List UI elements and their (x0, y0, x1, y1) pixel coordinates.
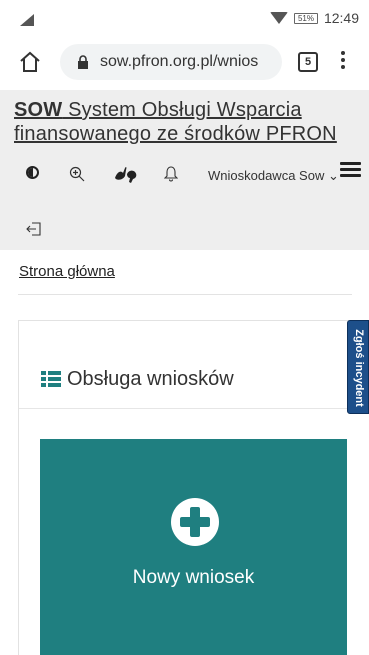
browser-menu-button[interactable] (340, 51, 346, 73)
list-icon (41, 371, 61, 387)
site-header: SOW System Obsługi Wsparcia finansowaneg… (0, 90, 369, 250)
hamburger-menu-icon[interactable] (340, 162, 361, 178)
report-incident-label: Zgłoś incydent (353, 329, 365, 407)
chevron-down-icon: ⌄ (327, 168, 339, 183)
panel-header: Obsługa wniosków (19, 321, 366, 409)
site-title-rest: System Obsługi Wsparcia finansowanego ze… (14, 99, 337, 145)
battery-icon: 51% (293, 12, 318, 24)
user-menu-dropdown[interactable]: Wnioskodawca Sow ⌄ (208, 168, 339, 184)
status-bar: 51% 12:49 (0, 0, 369, 36)
lock-icon (78, 55, 88, 69)
report-incident-tab[interactable]: Zgłoś incydent (347, 320, 369, 414)
browser-toolbar: sow.pfron.org.pl/wnios 5 (0, 36, 369, 88)
contrast-icon[interactable] (26, 166, 39, 179)
user-name: Wnioskodawca Sow (208, 168, 325, 183)
logout-icon[interactable] (26, 221, 42, 237)
address-bar[interactable]: sow.pfron.org.pl/wnios (60, 44, 282, 80)
new-application-label: Nowy wniosek (132, 567, 255, 588)
new-application-button[interactable]: Nowy wniosek (40, 439, 347, 655)
status-right: 51% 12:49 (269, 10, 359, 26)
signal-icon (20, 14, 34, 26)
divider (18, 294, 352, 295)
sign-language-icon[interactable] (113, 164, 139, 184)
wifi-icon (269, 12, 288, 24)
site-title-link[interactable]: SOW System Obsługi Wsparcia finansowaneg… (14, 98, 369, 146)
tab-switcher-button[interactable]: 5 (298, 52, 318, 72)
bell-icon[interactable] (164, 166, 178, 182)
site-title-bold: SOW (14, 99, 63, 121)
url-text: sow.pfron.org.pl/wnios (100, 53, 259, 70)
plus-circle-icon (171, 498, 219, 546)
applications-panel: Obsługa wniosków Nowy wniosek (18, 320, 366, 655)
breadcrumb-home-link[interactable]: Strona główna (19, 263, 115, 280)
clock: 12:49 (323, 10, 359, 26)
zoom-in-icon[interactable] (69, 166, 85, 182)
panel-title: Obsługa wniosków (67, 368, 234, 390)
home-icon[interactable] (18, 50, 42, 74)
tools-row: Wnioskodawca Sow ⌄ (0, 160, 369, 190)
